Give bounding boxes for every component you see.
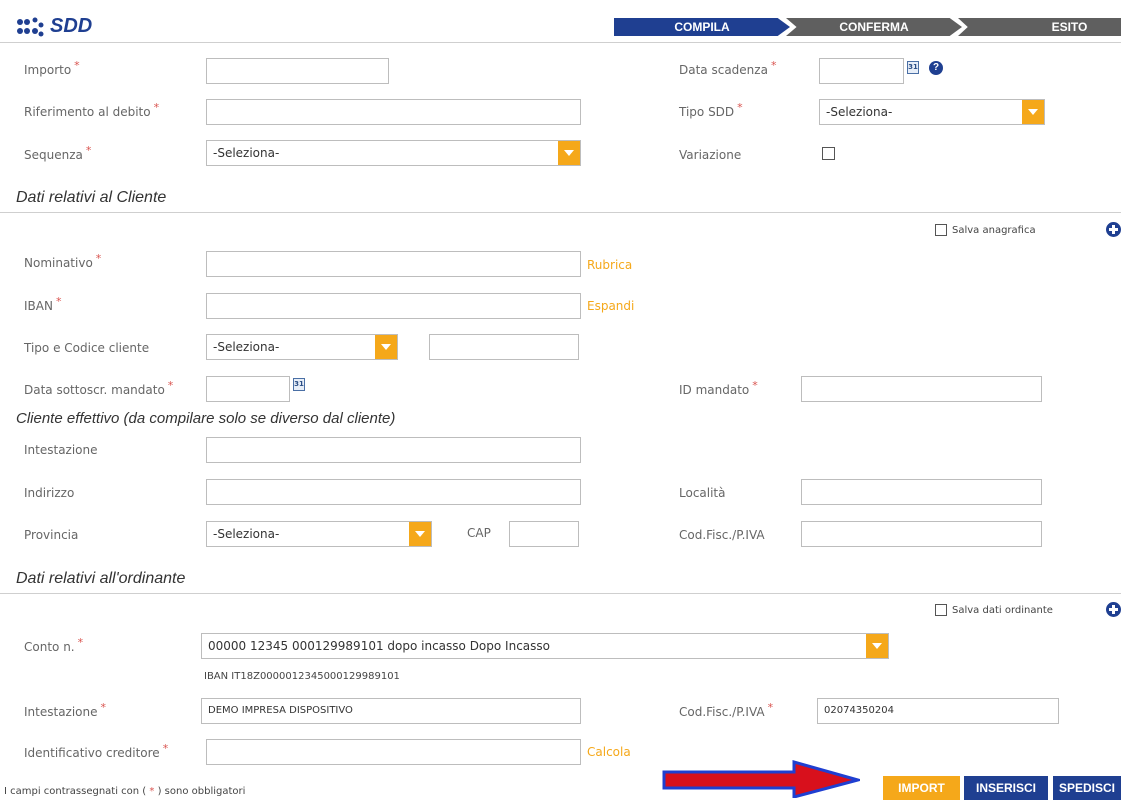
salva-dati-ordinante-checkbox[interactable] [935, 604, 947, 616]
salva-anagrafica-label: Salva anagrafica [952, 225, 1036, 236]
codfisc-effettivo-label: Cod.Fisc./P.IVA [679, 528, 765, 542]
riferimento-label: Riferimento al debito * [24, 101, 160, 119]
iban-ordinante-info: IBAN IT18Z0000012345000129989101 [204, 671, 400, 682]
chevron-down-icon [866, 634, 888, 658]
chevron-down-icon [409, 522, 431, 546]
espandi-link[interactable]: Espandi [587, 299, 634, 313]
section-title-ordinante: Dati relativi all'ordinante [16, 570, 186, 587]
chevron-down-icon [558, 141, 580, 165]
intestazione-effettivo-label: Intestazione [24, 443, 98, 457]
conto-label: Conto n. * [24, 636, 84, 654]
codice-cliente-input[interactable] [429, 334, 579, 360]
cap-label: CAP [467, 526, 491, 540]
sequenza-label: Sequenza * [24, 144, 92, 162]
codfisc-ordinante-input[interactable]: 02074350204 [817, 698, 1059, 724]
cap-input[interactable] [509, 521, 579, 547]
header-divider [0, 42, 1121, 43]
tipo-sdd-label: Tipo SDD * [679, 101, 743, 119]
add-icon[interactable] [1106, 222, 1121, 237]
nominativo-input[interactable] [206, 251, 581, 277]
section-title-cliente: Dati relativi al Cliente [16, 189, 167, 206]
data-scadenza-input[interactable] [819, 58, 904, 84]
codfisc-effettivo-input[interactable] [801, 521, 1042, 547]
sequenza-select[interactable]: -Seleziona- [206, 140, 581, 166]
riferimento-input[interactable] [206, 99, 581, 125]
identificativo-creditore-input[interactable] [206, 739, 581, 765]
intestazione-ordinante-label: Intestazione * [24, 701, 107, 719]
section-divider [0, 212, 1121, 213]
spedisci-button[interactable]: SPEDISCI [1053, 776, 1121, 800]
codfisc-ordinante-label: Cod.Fisc./P.IVA * [679, 701, 774, 719]
indirizzo-input[interactable] [206, 479, 581, 505]
step-conferma: CONFERMA [786, 18, 962, 36]
importo-label: Importo * [24, 59, 80, 77]
provincia-select[interactable]: -Seleziona- [206, 521, 432, 547]
id-mandato-input[interactable] [801, 376, 1042, 402]
localita-label: Località [679, 486, 726, 500]
iban-label: IBAN * [24, 295, 62, 313]
variazione-checkbox[interactable] [822, 147, 835, 160]
indirizzo-label: Indirizzo [24, 486, 75, 500]
app-logo [16, 16, 44, 38]
calendar-icon[interactable]: 31 [907, 61, 919, 74]
conto-select[interactable]: 00000 12345 000129989101 dopo incasso Do… [201, 633, 889, 659]
nominativo-label: Nominativo * [24, 252, 102, 270]
id-mandato-label: ID mandato * [679, 379, 758, 397]
step-esito: ESITO [958, 18, 1121, 36]
salva-dati-ordinante-label: Salva dati ordinante [952, 605, 1053, 616]
localita-input[interactable] [801, 479, 1042, 505]
chevron-down-icon [1022, 100, 1044, 124]
importo-input[interactable] [206, 58, 389, 84]
calendar-icon[interactable]: 31 [293, 378, 305, 391]
inserisci-button[interactable]: INSERISCI [964, 776, 1048, 800]
provincia-label: Provincia [24, 528, 79, 542]
arrow-pointer-icon [662, 760, 864, 799]
tipo-sdd-select[interactable]: -Seleziona- [819, 99, 1045, 125]
required-note: I campi contrassegnati con ( * ) sono ob… [4, 786, 246, 797]
import-button[interactable]: IMPORT [883, 776, 960, 800]
rubrica-link[interactable]: Rubrica [587, 258, 632, 272]
identificativo-creditore-label: Identificativo creditore * [24, 742, 169, 760]
step-compila: COMPILA [614, 18, 790, 36]
variazione-label: Variazione [679, 148, 742, 162]
page-title: SDD [50, 15, 93, 37]
intestazione-ordinante-input[interactable]: DEMO IMPRESA DISPOSITIVO [201, 698, 581, 724]
section-divider [0, 593, 1121, 594]
tipo-cliente-select[interactable]: -Seleziona- [206, 334, 398, 360]
add-icon[interactable] [1106, 602, 1121, 617]
tipo-codice-label: Tipo e Codice cliente [24, 341, 150, 355]
data-sottoscr-input[interactable] [206, 376, 290, 402]
data-sottoscr-label: Data sottoscr. mandato * [24, 379, 174, 397]
help-icon[interactable]: ? [929, 61, 943, 75]
intestazione-effettivo-input[interactable] [206, 437, 581, 463]
section-title-effettivo: Cliente effettivo (da compilare solo se … [16, 410, 396, 427]
iban-input[interactable] [206, 293, 581, 319]
calcola-link[interactable]: Calcola [587, 745, 631, 759]
salva-anagrafica-checkbox[interactable] [935, 224, 947, 236]
chevron-down-icon [375, 335, 397, 359]
data-scadenza-label: Data scadenza * [679, 59, 777, 77]
